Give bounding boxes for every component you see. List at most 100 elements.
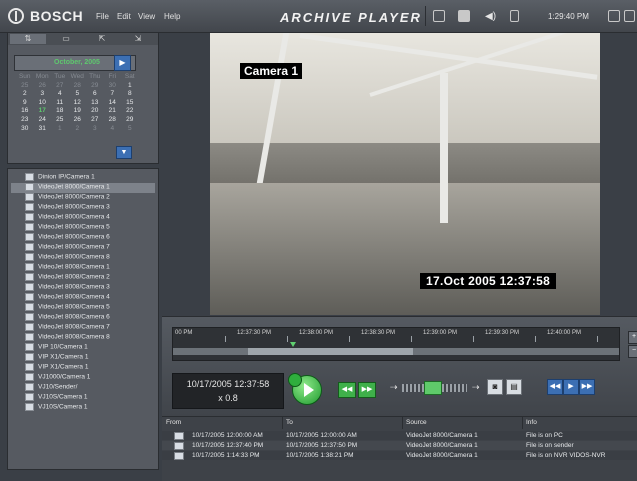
calendar-day[interactable]: 2 bbox=[16, 90, 34, 99]
calendar-day[interactable]: 4 bbox=[104, 125, 122, 134]
zoom-in-button[interactable]: + bbox=[628, 331, 637, 344]
device-list-item[interactable]: VideoJet 8008/Camera 4 bbox=[11, 293, 110, 303]
menu-view[interactable]: View bbox=[138, 12, 155, 21]
calendar-day[interactable]: 18 bbox=[51, 107, 69, 116]
play-forward-button[interactable]: ▶ bbox=[563, 379, 579, 395]
device-list-item[interactable]: VideoJet 8000/Camera 3 bbox=[11, 203, 110, 213]
device-list-item[interactable]: VJ1000/Camera 1 bbox=[11, 373, 90, 383]
window-icon[interactable] bbox=[510, 10, 519, 22]
device-list-item[interactable]: VJ10S/Camera 1 bbox=[11, 393, 88, 403]
speed-slider-thumb[interactable] bbox=[424, 381, 442, 395]
column-divider[interactable] bbox=[282, 417, 283, 429]
timeline[interactable]: 00 PM 12:37:30 PM 12:38:00 PM 12:38:30 PM 12… bbox=[172, 327, 620, 361]
device-list-item[interactable]: VIP X1/Camera 1 bbox=[11, 353, 88, 363]
device-list-item[interactable]: VideoJet 8000/Camera 2 bbox=[11, 193, 110, 203]
device-list-item[interactable]: VideoJet 8008/Camera 5 bbox=[11, 303, 110, 313]
calendar-day[interactable]: 30 bbox=[16, 125, 34, 134]
calendar-day[interactable]: 10 bbox=[34, 99, 52, 108]
device-list-item[interactable]: VIP X1/Camera 1 bbox=[11, 363, 88, 373]
calendar-day[interactable]: 3 bbox=[86, 125, 104, 134]
calendar-day[interactable]: 25 bbox=[16, 82, 34, 91]
calendar-day[interactable]: 7 bbox=[104, 90, 122, 99]
pause-button[interactable] bbox=[288, 373, 302, 387]
device-list-item[interactable]: VJ10S/Camera 1 bbox=[11, 403, 88, 413]
calendar-day[interactable]: 29 bbox=[121, 116, 139, 125]
calendar-day[interactable]: 17 bbox=[34, 107, 52, 116]
calendar-day[interactable]: 28 bbox=[69, 82, 87, 91]
device-list-item[interactable]: VideoJet 8008/Camera 7 bbox=[11, 323, 110, 333]
device-list-item[interactable]: Dinion IP/Camera 1 bbox=[11, 173, 95, 183]
device-list-item[interactable]: VideoJet 8000/Camera 6 bbox=[11, 233, 110, 243]
calendar-day[interactable]: 24 bbox=[34, 116, 52, 125]
tools-icon[interactable] bbox=[458, 10, 470, 22]
calendar-day[interactable]: 12 bbox=[69, 99, 87, 108]
calendar-day[interactable]: 6 bbox=[86, 90, 104, 99]
rewind-button[interactable]: ◀◀ bbox=[547, 379, 563, 395]
device-list-item[interactable]: VideoJet 8000/Camera 4 bbox=[11, 213, 110, 223]
calendar-day[interactable]: 25 bbox=[51, 116, 69, 125]
fast-forward-button[interactable]: ▶▶ bbox=[579, 379, 595, 395]
column-header-info[interactable]: Info bbox=[526, 419, 537, 429]
calendar-day[interactable]: 5 bbox=[69, 90, 87, 99]
calendar-day[interactable]: 23 bbox=[16, 116, 34, 125]
menu-edit[interactable]: Edit bbox=[117, 12, 131, 21]
column-header-from[interactable]: From bbox=[166, 419, 181, 429]
tab-folder[interactable]: ▭ bbox=[48, 34, 84, 44]
calendar-day[interactable]: 1 bbox=[121, 82, 139, 91]
device-list-item[interactable]: VideoJet 8008/Camera 1 bbox=[11, 263, 110, 273]
calendar-day[interactable]: 28 bbox=[104, 116, 122, 125]
calendar-day[interactable]: 8 bbox=[121, 90, 139, 99]
speaker-icon[interactable]: ◀) bbox=[485, 11, 496, 22]
calendar-day[interactable]: 27 bbox=[86, 116, 104, 125]
device-list-item[interactable]: VideoJet 8000/Camera 5 bbox=[11, 223, 110, 233]
menu-help[interactable]: Help bbox=[164, 12, 180, 21]
minimize-icon[interactable] bbox=[608, 10, 620, 22]
tab-export[interactable]: ⇲ bbox=[120, 34, 156, 44]
timeline-cursor[interactable] bbox=[290, 342, 296, 347]
step-forward-button[interactable]: ▶▶ bbox=[358, 382, 376, 398]
device-list-item[interactable]: VideoJet 8008/Camera 3 bbox=[11, 283, 110, 293]
calendar-day[interactable]: 29 bbox=[86, 82, 104, 91]
calendar-day[interactable]: 14 bbox=[104, 99, 122, 108]
device-list-item[interactable]: VideoJet 8000/Camera 7 bbox=[11, 243, 110, 253]
print-icon[interactable]: ▤ bbox=[506, 379, 522, 395]
close-icon[interactable] bbox=[624, 10, 635, 22]
tab-search[interactable]: ⇱ bbox=[84, 34, 120, 44]
calendar-day[interactable]: 4 bbox=[51, 90, 69, 99]
calendar-day[interactable]: 5 bbox=[121, 125, 139, 134]
calendar-day[interactable]: 22 bbox=[121, 107, 139, 116]
calendar-day[interactable]: 21 bbox=[104, 107, 122, 116]
device-list-item[interactable]: VideoJet 8000/Camera 8 bbox=[11, 253, 110, 263]
step-back-button[interactable]: ◀◀ bbox=[338, 382, 356, 398]
menu-file[interactable]: File bbox=[96, 12, 109, 21]
results-row[interactable]: 10/17/2005 12:37:40 PM 10/17/2005 12:37:5… bbox=[162, 441, 637, 450]
calendar-day[interactable]: 27 bbox=[51, 82, 69, 91]
calendar-day[interactable]: 11 bbox=[51, 99, 69, 108]
tab-devices[interactable]: ⇅ bbox=[10, 34, 46, 44]
calendar-day[interactable]: 13 bbox=[86, 99, 104, 108]
calendar-scroll-button[interactable]: ▼ bbox=[116, 146, 132, 159]
next-month-button[interactable]: ▶ bbox=[114, 55, 131, 71]
device-list-item[interactable]: VideoJet 8008/Camera 8 bbox=[11, 333, 110, 343]
calendar-day[interactable]: 9 bbox=[16, 99, 34, 108]
zoom-out-button[interactable]: − bbox=[628, 345, 637, 358]
calendar-day[interactable]: 30 bbox=[104, 82, 122, 91]
calendar-day[interactable]: 15 bbox=[121, 99, 139, 108]
calendar-day[interactable]: 26 bbox=[69, 116, 87, 125]
calendar-day[interactable]: 19 bbox=[69, 107, 87, 116]
device-list-item[interactable]: VideoJet 8000/Camera 1 bbox=[11, 183, 155, 193]
snapshot-icon[interactable]: ◙ bbox=[487, 379, 503, 395]
device-list-item[interactable]: VideoJet 8008/Camera 2 bbox=[11, 273, 110, 283]
calendar-day[interactable]: 16 bbox=[16, 107, 34, 116]
calendar-day[interactable]: 1 bbox=[51, 125, 69, 134]
column-header-source[interactable]: Source bbox=[406, 419, 427, 429]
device-list-item[interactable]: VJ10/Sender/ bbox=[11, 383, 77, 393]
calendar-day[interactable]: 26 bbox=[34, 82, 52, 91]
calendar-day[interactable]: 20 bbox=[86, 107, 104, 116]
calendar-day[interactable]: 31 bbox=[34, 125, 52, 134]
calendar-day[interactable]: 2 bbox=[69, 125, 87, 134]
results-row[interactable]: 10/17/2005 1:14:33 PM 10/17/2005 1:38:21 … bbox=[162, 451, 637, 460]
monitor-icon[interactable] bbox=[433, 10, 445, 22]
column-divider[interactable] bbox=[522, 417, 523, 429]
device-list-item[interactable]: VideoJet 8008/Camera 6 bbox=[11, 313, 110, 323]
